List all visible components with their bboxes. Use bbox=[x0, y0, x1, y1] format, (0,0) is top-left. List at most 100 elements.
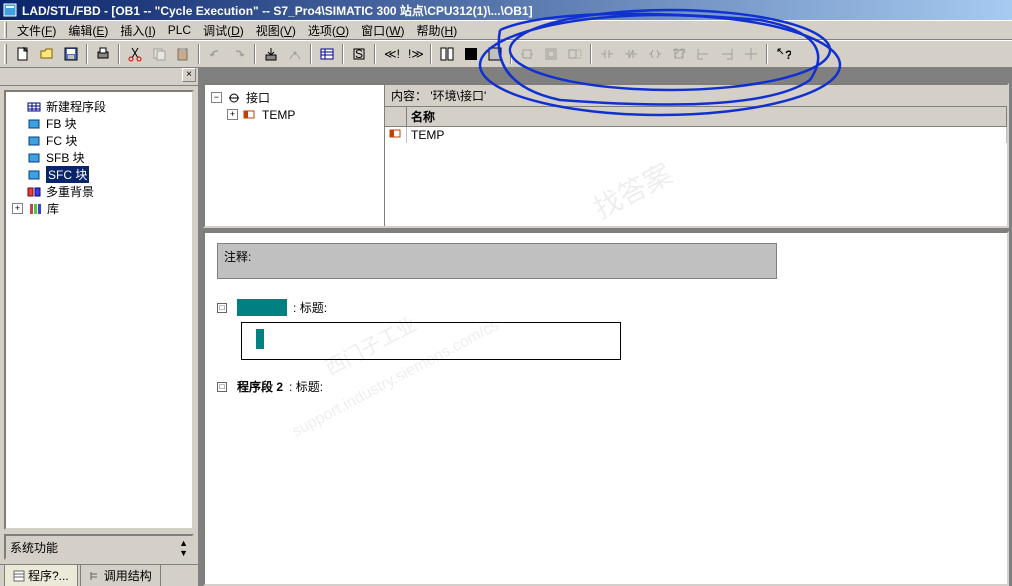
svg-text:≪!: ≪! bbox=[384, 47, 399, 61]
segment-2-name[interactable]: 程序段 2 bbox=[237, 378, 283, 395]
open-button[interactable] bbox=[36, 43, 58, 65]
undo-button[interactable] bbox=[204, 43, 226, 65]
toolbar-separator bbox=[510, 44, 512, 64]
grid-header-icon-col[interactable] bbox=[385, 107, 407, 126]
tree-item-new-segment[interactable]: 新建程序段 bbox=[10, 98, 188, 115]
interface-temp[interactable]: + TEMP bbox=[209, 106, 380, 123]
segment-2-header[interactable]: □ 程序段 2 : 标题: bbox=[217, 378, 995, 395]
segment-1-header[interactable]: □ 程序段 1 : 标题: bbox=[217, 299, 995, 316]
reference-button[interactable] bbox=[316, 43, 338, 65]
catalog-button[interactable] bbox=[436, 43, 458, 65]
editor-area[interactable]: 注释: □ 程序段 1 : 标题: □ 程序段 2 : 标题: bbox=[203, 231, 1009, 586]
tree-label: FB 块 bbox=[46, 115, 77, 132]
interface-root[interactable]: − 接口 bbox=[209, 89, 380, 106]
tree-item-sfc[interactable]: SFC 块 bbox=[10, 166, 188, 183]
segment-2-title-label: : 标题: bbox=[289, 378, 323, 395]
toolbar-separator bbox=[374, 44, 376, 64]
grid-title: 内容： '环境\接口' bbox=[385, 85, 1007, 107]
segment-1-body[interactable] bbox=[241, 322, 621, 360]
interface-area: − 接口 + TEMP 内容： '环境\接口' 名称 TEM bbox=[203, 83, 1009, 228]
cut-button[interactable] bbox=[124, 43, 146, 65]
tab-program[interactable]: 程序?... bbox=[4, 564, 78, 586]
new-button[interactable] bbox=[12, 43, 34, 65]
collapse-icon[interactable]: − bbox=[211, 92, 222, 103]
menu-edit[interactable]: 编辑(E) bbox=[62, 20, 114, 41]
segment-1-title-label: : 标题: bbox=[293, 299, 327, 316]
tree-item-fb[interactable]: FB 块 bbox=[10, 115, 188, 132]
menubar-handle[interactable] bbox=[4, 22, 7, 38]
insert-network-button[interactable] bbox=[564, 43, 586, 65]
grid-row[interactable]: TEMP bbox=[385, 127, 1007, 143]
app-icon bbox=[2, 2, 18, 18]
tab-callstruct[interactable]: 调用结构 bbox=[80, 564, 161, 586]
toolbar-separator bbox=[342, 44, 344, 64]
menu-window[interactable]: 窗口(W) bbox=[355, 20, 410, 41]
row-name[interactable]: TEMP bbox=[407, 127, 1007, 143]
workspace: × 新建程序段 FB 块 FC 块 bbox=[0, 68, 1012, 586]
svg-text:S: S bbox=[355, 47, 363, 61]
menu-insert[interactable]: 插入(I) bbox=[114, 20, 161, 41]
download-button[interactable] bbox=[260, 43, 282, 65]
coil-button[interactable] bbox=[644, 43, 666, 65]
box-button[interactable]: ?? bbox=[668, 43, 690, 65]
tree-item-fc[interactable]: FC 块 bbox=[10, 132, 188, 149]
menu-bar: 文件(F) 编辑(E) 插入(I) PLC 调试(D) 视图(V) 选项(O) … bbox=[0, 20, 1012, 40]
interface-tree[interactable]: − 接口 + TEMP bbox=[205, 85, 385, 226]
svg-text:??: ?? bbox=[672, 46, 686, 60]
symbol-button[interactable] bbox=[540, 43, 562, 65]
menu-view[interactable]: 视图(V) bbox=[250, 20, 302, 41]
close-panel-button[interactable]: × bbox=[182, 68, 196, 82]
tree-label: SFC 块 bbox=[46, 166, 89, 183]
lib-icon bbox=[27, 202, 43, 216]
expand-icon[interactable]: + bbox=[12, 203, 23, 214]
menu-file[interactable]: 文件(F) bbox=[11, 20, 62, 41]
grid-header-name[interactable]: 名称 bbox=[407, 107, 1007, 126]
collapse-icon[interactable]: □ bbox=[217, 382, 227, 392]
help-button[interactable]: ? bbox=[772, 43, 794, 65]
copy-button[interactable] bbox=[148, 43, 170, 65]
interface-grid: 内容： '环境\接口' 名称 TEMP bbox=[385, 85, 1007, 226]
menu-plc[interactable]: PLC bbox=[162, 21, 197, 39]
toolbar-separator bbox=[86, 44, 88, 64]
paste-button[interactable] bbox=[172, 43, 194, 65]
tree-item-sfb[interactable]: SFB 块 bbox=[10, 149, 188, 166]
branch-close-button[interactable] bbox=[716, 43, 738, 65]
menu-option[interactable]: 选项(O) bbox=[302, 20, 355, 41]
no-contact-button[interactable] bbox=[596, 43, 618, 65]
goto-button[interactable]: ≪! bbox=[380, 43, 402, 65]
tree-label: 多重背景 bbox=[46, 183, 94, 200]
interface-icon bbox=[226, 91, 242, 105]
nc-contact-button[interactable] bbox=[620, 43, 642, 65]
left-panel: × 新建程序段 FB 块 FC 块 bbox=[0, 68, 200, 586]
overview-button[interactable] bbox=[460, 43, 482, 65]
goto-next-button[interactable]: !≫ bbox=[404, 43, 426, 65]
sysfun-label: 系统功能 bbox=[10, 539, 58, 556]
sysfun-box[interactable]: 系统功能 ▲▼ bbox=[4, 534, 194, 560]
expand-icon[interactable]: + bbox=[227, 109, 238, 120]
segment-1-name[interactable]: 程序段 1 bbox=[237, 299, 287, 316]
print-button[interactable] bbox=[92, 43, 114, 65]
redo-button[interactable] bbox=[228, 43, 250, 65]
menu-help[interactable]: 帮助(H) bbox=[411, 20, 464, 41]
detail-button[interactable] bbox=[484, 43, 506, 65]
branch-open-button[interactable] bbox=[692, 43, 714, 65]
toolbar-separator bbox=[590, 44, 592, 64]
segment-2: □ 程序段 2 : 标题: bbox=[217, 378, 995, 395]
tree-item-lib[interactable]: + 库 bbox=[10, 200, 188, 217]
toolbar-handle[interactable] bbox=[4, 44, 7, 64]
network-button[interactable] bbox=[516, 43, 538, 65]
comment-box[interactable]: 注释: bbox=[217, 243, 777, 279]
tree-item-multi[interactable]: 多重背景 bbox=[10, 183, 188, 200]
connection-button[interactable] bbox=[740, 43, 762, 65]
block-symbol-button[interactable]: S bbox=[348, 43, 370, 65]
menu-debug[interactable]: 调试(D) bbox=[197, 20, 250, 41]
right-panel: − 接口 + TEMP 内容： '环境\接口' 名称 TEM bbox=[200, 68, 1012, 586]
up-down-icon[interactable]: ▲▼ bbox=[179, 538, 188, 558]
monitor-button[interactable] bbox=[284, 43, 306, 65]
block-icon bbox=[26, 117, 42, 131]
title-text: LAD/STL/FBD - [OB1 -- "Cycle Execution" … bbox=[22, 2, 533, 19]
save-button[interactable] bbox=[60, 43, 82, 65]
element-tree[interactable]: 新建程序段 FB 块 FC 块 SFB 块 bbox=[4, 90, 194, 530]
collapse-icon[interactable]: □ bbox=[217, 303, 227, 313]
svg-text:!≫: !≫ bbox=[408, 47, 423, 61]
